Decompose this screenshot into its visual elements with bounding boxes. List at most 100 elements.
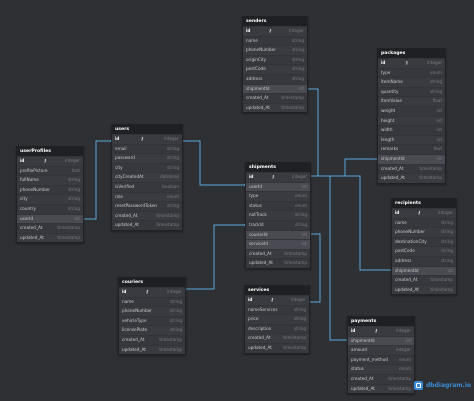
table-column-row[interactable]: description string: [245, 323, 309, 334]
table-column-row[interactable]: vehicleType string: [119, 315, 185, 326]
table-column-row[interactable]: updated_At timestamp: [243, 102, 307, 113]
table-column-row[interactable]: updated_At timestamp: [112, 220, 182, 230]
table-column-row[interactable]: updated_At timestamp: [119, 344, 185, 355]
table-column-row[interactable]: id ⚷ integer: [245, 295, 309, 305]
table-column-row[interactable]: address string: [243, 73, 307, 84]
table-column-row[interactable]: updated_At timestamp: [246, 258, 310, 268]
table-column-row[interactable]: city string: [112, 162, 182, 173]
table-shipments[interactable]: shipments id ⚷ integer userId int type enum sta…: [245, 162, 311, 269]
table-title[interactable]: packages: [378, 49, 445, 58]
table-column-row[interactable]: name string: [392, 217, 456, 228]
table-column-row[interactable]: created_At timestamp: [243, 93, 307, 103]
brand-logo[interactable]: dbdiagram.io: [414, 381, 471, 390]
table-column-row[interactable]: updated_At timestamp: [17, 232, 83, 243]
table-column-row[interactable]: created_At timestamp: [246, 248, 310, 259]
table-column-row[interactable]: postCode string: [243, 64, 307, 74]
diagram-canvas[interactable]: senders id ⚷ integer name string phoneNumber s…: [0, 0, 474, 401]
table-column-row[interactable]: updated_At timestamp: [245, 342, 309, 353]
table-column-row[interactable]: name string: [243, 35, 307, 46]
table-senders[interactable]: senders id ⚷ integer name string phoneNumber s…: [242, 16, 308, 114]
table-users[interactable]: users id ⚷ integer email string password strin…: [111, 124, 183, 231]
table-column-row[interactable]: created_At timestamp: [392, 275, 456, 285]
table-column-row[interactable]: created_At timestamp: [119, 334, 185, 345]
table-column-row[interactable]: created_At timestamp: [378, 163, 445, 174]
table-column-row[interactable]: shipmentId int: [392, 265, 456, 276]
table-column-row[interactable]: width int: [378, 125, 445, 135]
table-column-row[interactable]: amount integer: [348, 345, 414, 355]
table-title[interactable]: userProfiles: [17, 147, 83, 156]
table-title[interactable]: services: [245, 286, 309, 295]
table-column-row[interactable]: shipmentId int: [348, 335, 414, 346]
table-column-row[interactable]: country string: [17, 203, 83, 214]
table-recipients[interactable]: recipients id ⚷ integer name string phoneNumb…: [391, 198, 457, 296]
table-column-row[interactable]: trackId string: [246, 219, 310, 230]
table-column-row[interactable]: id ⚷ integer: [348, 326, 414, 336]
table-column-row[interactable]: created_At timestamp: [348, 373, 414, 384]
table-title[interactable]: recipients: [392, 199, 456, 208]
table-column-row[interactable]: id ⚷ integer: [246, 172, 310, 182]
table-column-row[interactable]: created_At timestamp: [245, 333, 309, 343]
table-column-row[interactable]: originCity string: [243, 54, 307, 65]
table-column-row[interactable]: serviceId int: [246, 239, 310, 249]
table-column-row[interactable]: id ⚷ integer: [392, 208, 456, 218]
table-title[interactable]: shipments: [246, 163, 310, 172]
table-column-row[interactable]: postCode string: [392, 246, 456, 256]
table-column-row[interactable]: licensePlate string: [119, 325, 185, 335]
table-column-row[interactable]: type enum: [246, 191, 310, 201]
table-title[interactable]: senders: [243, 17, 307, 26]
table-column-row[interactable]: weight int: [378, 105, 445, 116]
table-column-row[interactable]: length int: [378, 134, 445, 145]
table-column-row[interactable]: fullName string: [17, 175, 83, 185]
table-column-row[interactable]: status enum: [246, 200, 310, 211]
table-column-row[interactable]: id ⚷ integer: [119, 287, 185, 297]
table-column-row[interactable]: notTrack string: [246, 210, 310, 220]
table-column-row[interactable]: quantity string: [378, 86, 445, 97]
table-column-row[interactable]: price string: [245, 314, 309, 324]
table-column-row[interactable]: isVerified boolean: [112, 181, 182, 192]
table-packages[interactable]: packages id ⚷ integer type enum itemName strin…: [377, 48, 446, 184]
table-column-row[interactable]: destinationCity string: [392, 236, 456, 247]
table-column-row[interactable]: updated_At timestamp: [348, 383, 414, 394]
table-column-row[interactable]: shipmentId int: [243, 83, 307, 94]
table-column-row[interactable]: userId int: [17, 213, 83, 224]
table-column-row[interactable]: cityCreatedAt datetime: [112, 172, 182, 182]
table-column-row[interactable]: resetPasswordToken string: [112, 201, 182, 211]
table-title[interactable]: payments: [348, 317, 414, 326]
table-column-row[interactable]: updated_At timestamp: [392, 284, 456, 295]
table-column-row[interactable]: created_At timestamp: [112, 210, 182, 221]
table-column-row[interactable]: password string: [112, 153, 182, 163]
table-column-row[interactable]: city string: [17, 194, 83, 204]
table-couriers[interactable]: couriers id ⚷ integer name string phoneNumber…: [118, 277, 186, 356]
table-column-row[interactable]: phoneNumber string: [392, 227, 456, 237]
table-column-row[interactable]: shipmentId int: [378, 153, 445, 164]
table-column-row[interactable]: phoneNumber string: [243, 45, 307, 55]
table-column-row[interactable]: type enum: [378, 67, 445, 78]
table-column-row[interactable]: email string: [112, 143, 182, 154]
table-column-row[interactable]: id ⚷ integer: [243, 26, 307, 36]
table-title[interactable]: users: [112, 125, 182, 134]
table-column-row[interactable]: courierId int: [246, 229, 310, 240]
table-column-row[interactable]: id ⚷ integer: [112, 134, 182, 144]
table-column-row[interactable]: userId int: [246, 181, 310, 192]
table-title[interactable]: couriers: [119, 278, 185, 287]
table-payments[interactable]: payments id ⚷ integer shipmentId int amount in…: [347, 316, 415, 395]
table-column-row[interactable]: phoneNumber string: [17, 184, 83, 195]
table-column-row[interactable]: nameServices string: [245, 304, 309, 315]
table-column-row[interactable]: itemValue float: [378, 96, 445, 106]
table-column-row[interactable]: address string: [392, 255, 456, 266]
table-column-row[interactable]: id ⚷ integer: [17, 156, 83, 166]
table-column-row[interactable]: created_At timestamp: [17, 223, 83, 233]
table-column-row[interactable]: name string: [119, 296, 185, 307]
table-column-row[interactable]: id ⚷ integer: [378, 58, 445, 68]
table-column-row[interactable]: profilePicture text: [17, 165, 83, 176]
table-column-row[interactable]: status enum: [348, 364, 414, 374]
table-column-row[interactable]: itemName string: [378, 77, 445, 87]
table-column-row[interactable]: role enum: [112, 191, 182, 202]
table-services[interactable]: services id ⚷ integer nameServices string pri…: [244, 285, 310, 354]
table-column-row[interactable]: phoneNumber string: [119, 306, 185, 316]
table-column-row[interactable]: remarks text: [378, 144, 445, 154]
table-userprofiles[interactable]: userProfiles id ⚷ integer profilePicture tex…: [16, 146, 84, 244]
table-column-row[interactable]: height int: [378, 115, 445, 126]
table-column-row[interactable]: payment_method enum: [348, 354, 414, 365]
table-column-row[interactable]: updated_At timestamp: [378, 173, 445, 183]
